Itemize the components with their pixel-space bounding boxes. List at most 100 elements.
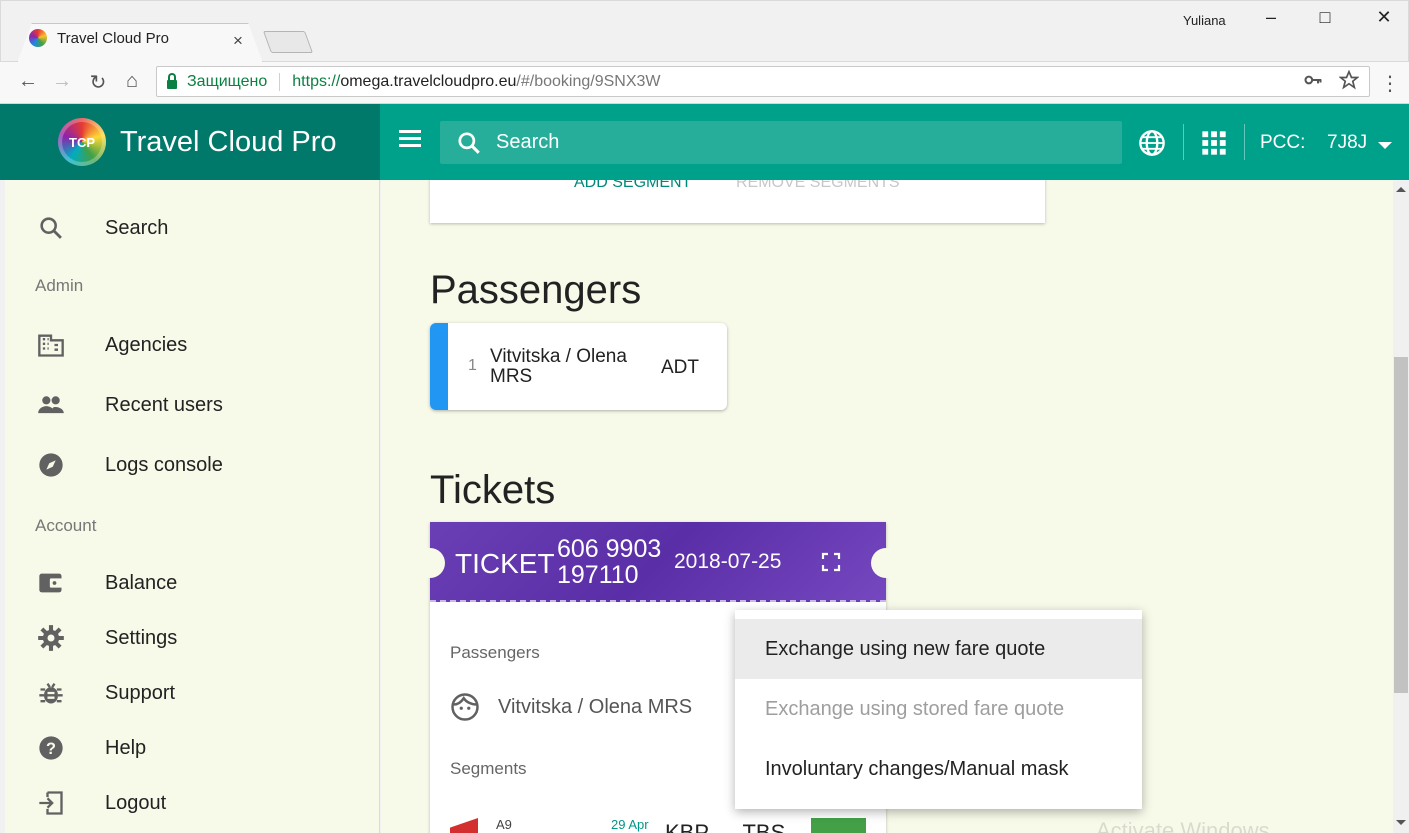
sidebar-item-balance[interactable]: Balance [5,558,380,608]
browser-tab-content: Travel Cloud Pro [29,29,169,47]
header-divider [1244,124,1245,160]
menu-toggle-icon[interactable] [399,130,421,147]
pcc-label: PCC: [1260,132,1306,153]
menu-item-exchange-stored-fare[interactable]: Exchange using stored fare quote [735,679,1142,739]
sidebar-item-label: Search [105,216,169,239]
sidebar-item-label: Logs console [105,453,223,476]
browser-titlebar: Travel Cloud Pro × Yuliana – □ ✕ [0,0,1409,63]
sidebar-item-search[interactable]: Search [5,203,380,253]
browser-toolbar: ← → ↻ ⌂ Защищено https:// omega.travelcl… [0,62,1409,104]
sidebar-item-label: Recent users [105,393,223,416]
sidebar-item-agencies[interactable]: Agencies [5,320,380,370]
scroll-thumb[interactable] [1394,357,1408,693]
pcc-value[interactable]: 7J8J [1327,132,1367,154]
building-icon [38,334,64,357]
ticket-passengers-label: Passengers [450,643,540,662]
sidebar-item-label: Settings [105,626,178,649]
sidebar-item-logs-console[interactable]: Logs console [5,440,380,490]
passenger-number: 1 [468,357,477,374]
passenger-type: ADT [661,357,699,378]
face-icon [451,693,479,721]
ticket-passenger-name: Vitvitska / Olena MRS [498,695,693,718]
reload-icon[interactable]: ↻ [87,70,109,95]
new-tab-button[interactable] [262,31,314,53]
segment-route: KBP — TBS [665,820,786,833]
help-icon: ? [39,736,63,760]
search-bar[interactable] [440,121,1122,164]
ticket-date: 2018-07-25 [674,550,782,573]
remove-segments-button[interactable]: REMOVE SEGMENTS [736,180,900,192]
segment-date: 29 Apr [611,817,649,832]
home-icon[interactable]: ⌂ [121,70,143,93]
tcp-logo[interactable]: TCP [58,118,106,166]
sidebar-item-label: Support [105,681,176,704]
bookmark-star-icon[interactable] [1339,70,1359,90]
apps-grid-icon[interactable] [1200,129,1228,157]
sidebar-item-logout[interactable]: Logout [5,778,380,828]
people-icon [38,396,64,414]
compass-icon [39,453,63,477]
back-icon[interactable]: ← [17,70,39,93]
pcc-dropdown-icon[interactable] [1378,142,1392,149]
browser-user-name[interactable]: Yuliana [1183,13,1226,28]
sidebar-item-settings[interactable]: Settings [5,613,380,663]
maximize-icon[interactable]: □ [1315,7,1335,28]
url-scheme: https:// [292,72,341,90]
ticket-notch [415,548,445,578]
logo-text: TCP [69,134,95,150]
favicon-icon [29,29,47,47]
ticket-segment-row[interactable]: A9 29 Apr KBP — TBS [450,814,880,833]
sidebar-item-label: Agencies [105,333,188,356]
scroll-down-icon[interactable] [1396,820,1406,825]
globe-icon[interactable] [1138,129,1166,157]
passenger-card[interactable]: 1 Vitvitska / Olena MRS ADT [430,323,727,410]
ticket-header: TICKET 606 9903 197110 2018-07-25 [415,522,901,602]
airline-logo-icon [450,818,478,833]
key-icon[interactable] [1303,70,1323,90]
search-icon [40,217,62,239]
sidebar-item-support[interactable]: Support [5,668,380,718]
os-watermark: Activate Windows [1096,818,1270,833]
search-input[interactable] [496,131,1076,154]
logout-icon [39,791,63,815]
ticket-passenger-row: Vitvitska / Olena MRS [450,692,692,722]
tickets-heading: Tickets [430,468,556,512]
url-host: omega.travelcloudpro.eu [340,72,517,90]
minimize-icon[interactable]: – [1261,7,1281,28]
address-divider [279,72,281,91]
scroll-up-icon[interactable] [1396,187,1406,192]
ticket-number: 606 9903 197110 [557,535,662,589]
passenger-name: Vitvitska / Olena MRS [490,346,627,387]
sidebar-item-recent-users[interactable]: Recent users [5,380,380,430]
ticket-segments-label: Segments [450,759,527,778]
sidebar-item-label: Balance [105,571,178,594]
segment-status-badge [811,818,866,833]
add-segment-button[interactable]: ADD SEGMENT [574,180,691,192]
passenger-card-accent [430,323,448,410]
expand-icon[interactable] [821,552,841,572]
brand-name[interactable]: Travel Cloud Pro [120,126,337,159]
brand: TCP Travel Cloud Pro [0,104,380,180]
svg-text:?: ? [46,740,56,758]
menu-item-involuntary-changes[interactable]: Involuntary changes/Manual mask [735,739,1142,799]
sidebar-item-label: Logout [105,791,167,814]
browser-menu-icon[interactable]: ⋮ [1380,71,1400,96]
address-bar[interactable]: Защищено https:// omega.travelcloudpro.e… [156,66,1370,97]
search-icon [458,131,480,154]
header-divider [1183,124,1184,160]
tab-close-icon[interactable]: × [233,31,243,51]
menu-item-exchange-new-fare[interactable]: Exchange using new fare quote [735,619,1142,679]
sidebar-section-account: Account [35,516,97,535]
sidebar: Search Admin Agencies Recent users Logs … [5,180,380,833]
secure-label: Защищено [187,72,268,90]
page-scrollbar[interactable] [1393,180,1409,833]
wallet-icon [39,573,63,593]
passengers-heading: Passengers [430,268,642,312]
window-close-icon[interactable]: ✕ [1374,7,1394,28]
bug-icon [39,683,63,704]
app-header: TCP Travel Cloud Pro PCC: 7J8J [0,104,1409,180]
sidebar-item-help[interactable]: ? Help [5,723,380,773]
forward-icon[interactable]: → [51,70,73,93]
sidebar-section-admin: Admin [35,276,84,295]
tab-title: Travel Cloud Pro [57,29,169,47]
